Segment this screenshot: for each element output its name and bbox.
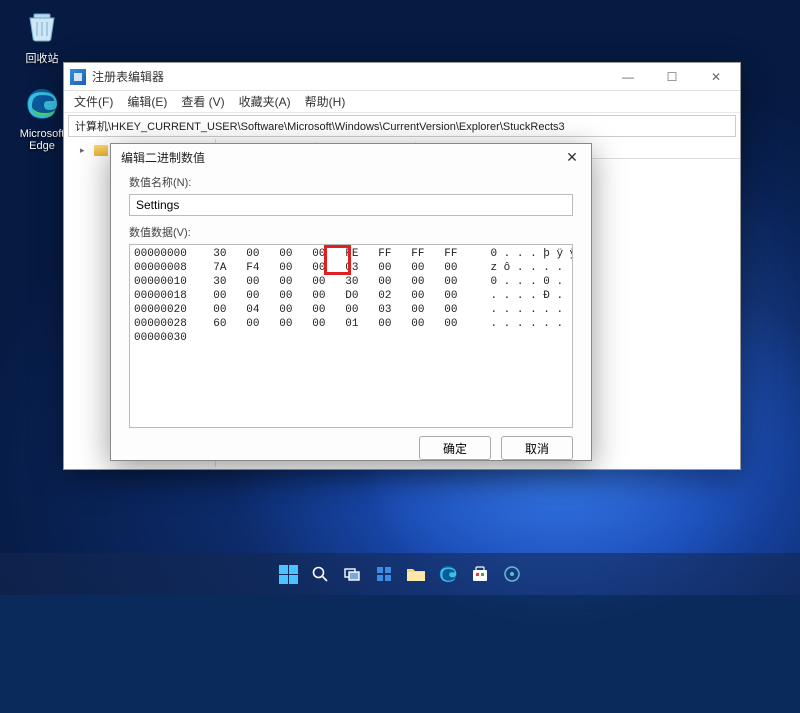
menu-favorites[interactable]: 收藏夹(A) [233, 91, 297, 112]
store-icon[interactable] [467, 561, 493, 587]
start-button[interactable] [275, 561, 301, 587]
close-button[interactable]: ✕ [694, 63, 738, 91]
taskbar[interactable] [0, 553, 800, 595]
maximize-button[interactable]: ☐ [650, 63, 694, 91]
window-title: 注册表编辑器 [92, 68, 164, 85]
value-name-field[interactable] [129, 194, 573, 216]
edit-binary-dialog: 编辑二进制数值 ✕ 数值名称(N): 数值数据(V): 00000000 30 … [110, 143, 592, 461]
chevron-right-icon: ▸ [80, 145, 90, 156]
minimize-button[interactable]: — [606, 63, 650, 91]
menubar: 文件(F) 编辑(E) 查看 (V) 收藏夹(A) 帮助(H) [64, 91, 740, 113]
file-explorer-icon[interactable] [403, 561, 429, 587]
menu-view[interactable]: 查看 (V) [175, 91, 230, 112]
edge-icon [22, 84, 62, 124]
hex-editor[interactable]: 00000000 30 00 00 00 FE FF FF FF 0 . . .… [129, 244, 573, 428]
task-view-icon[interactable] [339, 561, 365, 587]
widgets-icon[interactable] [371, 561, 397, 587]
folder-icon [94, 145, 108, 156]
recycle-bin-icon [22, 6, 62, 46]
search-icon[interactable] [307, 561, 333, 587]
value-name-label: 数值名称(N): [129, 174, 573, 190]
menu-file[interactable]: 文件(F) [68, 91, 119, 112]
edge-taskbar-icon[interactable] [435, 561, 461, 587]
app-icon[interactable] [499, 561, 525, 587]
dialog-title: 编辑二进制数值 [121, 149, 205, 166]
cancel-button[interactable]: 取消 [501, 436, 573, 460]
dialog-titlebar[interactable]: 编辑二进制数值 ✕ [111, 144, 591, 170]
titlebar[interactable]: 注册表编辑器 — ☐ ✕ [64, 63, 740, 91]
menu-help[interactable]: 帮助(H) [299, 91, 352, 112]
ok-button[interactable]: 确定 [419, 436, 491, 460]
highlight-box [324, 245, 351, 275]
menu-edit[interactable]: 编辑(E) [121, 91, 173, 112]
regedit-icon [70, 69, 86, 85]
address-bar[interactable]: 计算机\HKEY_CURRENT_USER\Software\Microsoft… [68, 115, 736, 137]
dialog-close-button[interactable]: ✕ [557, 145, 587, 169]
windows-logo-icon [279, 565, 298, 584]
value-data-label: 数值数据(V): [129, 224, 573, 240]
desktop-icon-recycle-bin[interactable]: 回收站 [8, 6, 76, 66]
